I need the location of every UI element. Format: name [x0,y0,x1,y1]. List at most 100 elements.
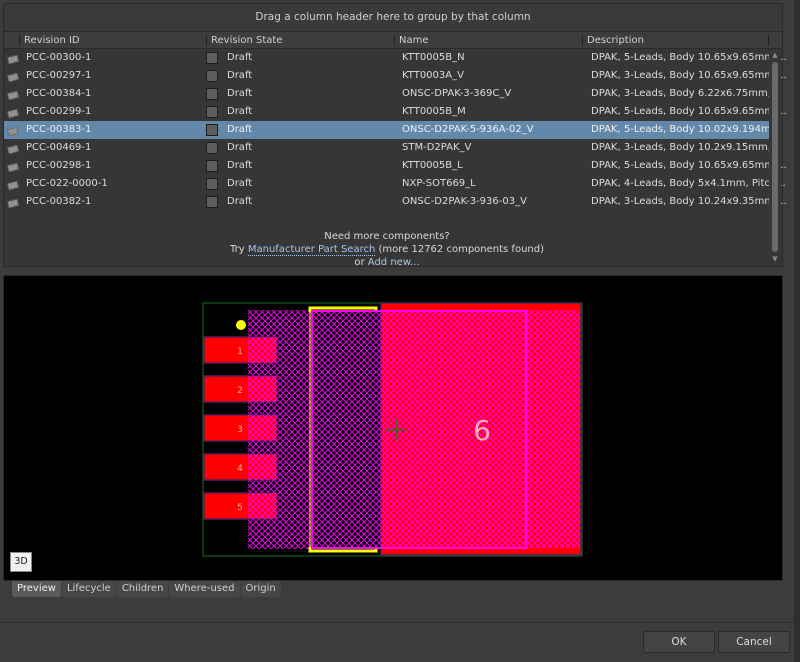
tab-children[interactable]: Children [116,581,169,597]
vertical-scrollbar[interactable]: ▲ ▼ [769,49,781,265]
table-row[interactable]: PCC-00298-1 Draft KTT0005B_L DPAK, 5-Leads,… [4,157,787,175]
description-cell: DPAK, 3-Leads, Body 10.24x9.35mm,... [591,196,787,207]
description-cell: DPAK, 5-Leads, Body 10.65x9.65mm,... [591,106,787,117]
more-components-info: Need more components? Try Manufacturer P… [4,230,770,269]
revision-id-cell: PCC-00382-1 [26,196,92,207]
state-color-swatch [206,106,218,118]
column-header-revision-state[interactable]: Revision State [206,32,394,49]
revision-state-cell: Draft [227,88,253,99]
tab-preview[interactable]: Preview [12,581,61,597]
name-cell: ONSC-D2PAK-5-936A-02_V [402,124,534,135]
ok-button[interactable]: OK [643,631,715,653]
component-chip-icon [7,161,19,173]
tab-origin[interactable]: Origin [240,581,281,597]
add-new-link[interactable]: Add new... [368,257,420,268]
name-cell: ONSC-D2PAK-3-936-03_V [402,196,527,207]
pad-label: 3 [237,425,243,435]
revision-state-cell: Draft [227,196,253,207]
name-cell: ONSC-DPAK-3-369C_V [402,88,512,99]
column-header-revision-id[interactable]: Revision ID [19,32,204,49]
component-selection-dialog: Drag a column header here to group by th… [0,0,800,662]
pad-label: 2 [237,386,243,396]
description-cell: DPAK, 5-Leads, Body 10.02x9.194m... [591,124,781,135]
component-chip-icon [7,89,19,101]
pad-label: 4 [237,464,243,474]
grid-rows: PCC-00300-1 Draft KTT0005B_N DPAK, 5-Leads,… [4,49,787,211]
scroll-up-icon[interactable]: ▲ [771,51,779,59]
revision-state-cell: Draft [227,142,253,153]
revision-state-cell: Draft [227,52,253,63]
name-cell: NXP-SOT669_L [402,178,476,189]
name-cell: KTT0005B_N [402,52,465,63]
table-row[interactable]: PCC-00384-1 Draft ONSC-DPAK-3-369C_V DPAK, … [4,85,780,103]
table-row[interactable]: PCC-022-0000-1 Draft NXP-SOT669_L DPAK, 4-L… [4,175,786,193]
name-cell: KTT0003A_V [402,70,464,81]
revision-id-cell: PCC-00297-1 [26,70,92,81]
revision-state-cell: Draft [227,160,253,171]
revision-id-cell: PCC-00469-1 [26,142,92,153]
or-prefix: or [354,257,368,268]
description-cell: DPAK, 3-Leads, Body 10.2x9.15mm,... [591,142,781,153]
column-header-description[interactable]: Description [582,32,770,49]
scroll-down-icon[interactable]: ▼ [771,255,779,263]
pad-5-hatch [248,493,277,519]
3d-view-button[interactable]: 3D [10,552,32,572]
component-chip-icon [7,197,19,209]
revision-id-cell: PCC-00300-1 [26,52,92,63]
revision-state-cell: Draft [227,178,253,189]
name-cell: KTT0005B_L [402,160,463,171]
column-headers: Revision ID Revision State Name Descript… [4,32,782,49]
state-color-swatch [206,160,218,172]
state-color-swatch [206,142,218,154]
description-cell: DPAK, 5-Leads, Body 10.65x9.65mm,... [591,160,787,171]
description-cell: DPAK, 4-Leads, Body 5x4.1mm, Pitch... [591,178,786,189]
revision-id-cell: PCC-022-0000-1 [26,178,108,189]
state-color-swatch [206,52,218,64]
pin1-marker [236,320,246,330]
description-cell: DPAK, 5-Leads, Body 10.65x9.65mm,... [591,52,787,63]
detail-tabs: Preview Lifecycle Children Where-used Or… [12,581,282,597]
components-found-count: (more 12762 components found) [375,244,544,255]
more-components-question: Need more components? [324,231,450,242]
revision-id-cell: PCC-00384-1 [26,88,92,99]
table-row[interactable]: PCC-00382-1 Draft ONSC-D2PAK-3-936-03_V DPA… [4,193,787,211]
revision-state-cell: Draft [227,106,253,117]
revision-id-cell: PCC-00299-1 [26,106,92,117]
state-color-swatch [206,196,218,208]
table-row[interactable]: PCC-00297-1 Draft KTT0003A_V DPAK, 3-Leads,… [4,67,787,85]
column-header-name[interactable]: Name [394,32,582,49]
components-grid: Drag a column header here to group by th… [3,3,787,269]
table-row[interactable]: PCC-00383-1 Draft ONSC-D2PAK-5-936A-02_V DP… [4,121,780,139]
column-header-end [768,32,782,49]
cancel-button[interactable]: Cancel [718,631,790,653]
component-chip-icon [7,179,19,191]
revision-state-cell: Draft [227,124,253,135]
scroll-thumb[interactable] [772,62,778,252]
component-chip-icon [7,107,19,119]
table-row[interactable]: PCC-00469-1 Draft STM-D2PAK_V DPAK, 3-Leads… [4,139,780,157]
revision-state-cell: Draft [227,70,253,81]
try-prefix: Try [230,244,248,255]
table-row[interactable]: PCC-00300-1 Draft KTT0005B_N DPAK, 5-Leads,… [4,49,787,67]
pad-label: 1 [237,347,243,357]
manufacturer-part-search-link[interactable]: Manufacturer Part Search [247,244,376,256]
revision-id-cell: PCC-00383-1 [26,124,92,135]
footprint-drawing: 1 2 3 4 5 6 [202,302,583,557]
pad-2-hatch [248,376,277,402]
component-chip-icon [7,143,19,155]
name-cell: KTT0005B_M [402,106,466,117]
footprint-preview[interactable]: 1 2 3 4 5 6 [3,275,783,581]
footer-divider [0,622,794,623]
tab-where-used[interactable]: Where-used [169,581,240,597]
pad-1-hatch [248,337,277,363]
pad-label: 5 [237,503,243,513]
component-chip-icon [7,125,19,137]
group-by-area[interactable]: Drag a column header here to group by th… [4,4,782,32]
pad-3-hatch [248,415,277,441]
tab-lifecycle[interactable]: Lifecycle [61,581,116,597]
component-chip-icon [7,71,19,83]
description-cell: DPAK, 3-Leads, Body 10.65x9.65mm,... [591,70,787,81]
component-chip-icon [7,53,19,65]
description-cell: DPAK, 3-Leads, Body 6.22x6.75mm,... [591,88,781,99]
table-row[interactable]: PCC-00299-1 Draft KTT0005B_M DPAK, 5-Leads,… [4,103,787,121]
